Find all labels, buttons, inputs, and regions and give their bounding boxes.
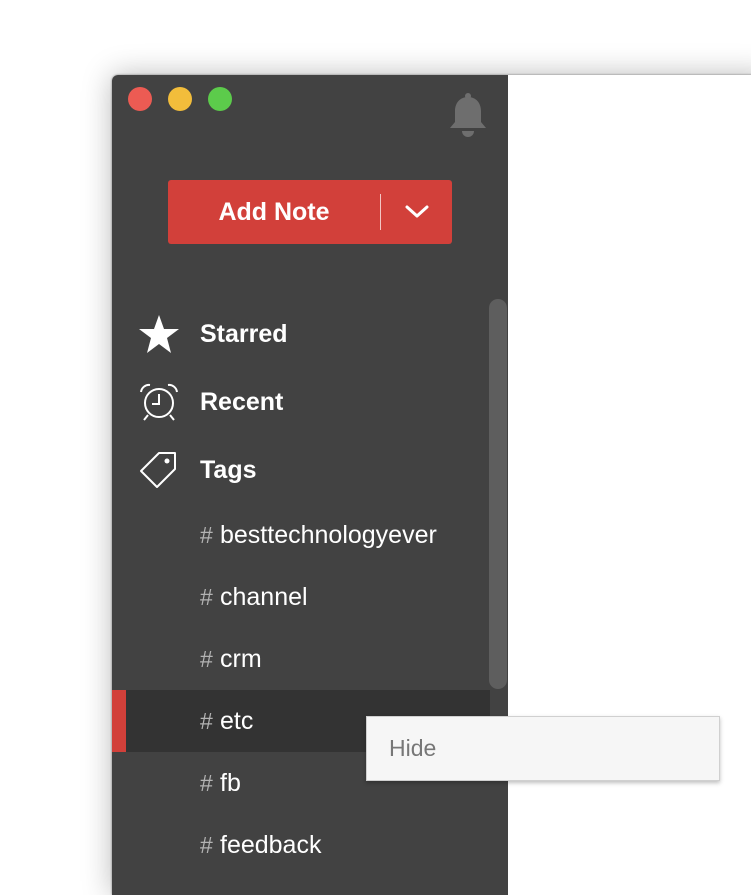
sidebar-scrollbar[interactable] [489,299,507,689]
tag-icon [138,450,180,490]
tag-hash: # [200,770,213,796]
tag-item-feedback[interactable]: # feedback [112,814,490,876]
tag-item-crm[interactable]: # crm [112,628,490,690]
minimize-window-button[interactable] [168,87,192,111]
sidebar-item-tags[interactable]: Tags [112,436,490,504]
tag-item-channel[interactable]: # channel [112,566,490,628]
tag-hash: # [200,646,213,672]
tag-label: etc [220,707,254,735]
selected-indicator [112,690,126,752]
tag-label: feedback [220,831,322,859]
sidebar-item-recent[interactable]: Recent [112,368,490,436]
tag-label: crm [220,645,262,673]
tag-label: fb [220,769,241,797]
tag-label: channel [220,583,308,611]
add-note-split-button: Add Note [168,180,452,244]
tag-hash: # [200,522,213,548]
star-icon [138,314,180,354]
alarm-clock-icon [138,382,180,422]
sidebar-item-label: Recent [200,388,284,416]
sidebar-item-label: Starred [200,320,288,348]
tag-hash: # [200,584,213,610]
hide-menu-item[interactable]: Hide [389,717,436,780]
chevron-down-icon [405,205,428,218]
close-window-button[interactable] [128,87,152,111]
tag-item-besttechnologyever[interactable]: # besttechnologyever [112,504,490,566]
tag-hash: # [200,832,213,858]
sidebar-item-label: Tags [200,456,257,484]
zoom-window-button[interactable] [208,87,232,111]
tag-label: besttechnologyever [220,521,437,549]
bell-icon[interactable] [446,93,490,139]
sidebar-item-starred[interactable]: Starred [112,300,490,368]
add-note-dropdown-button[interactable] [381,180,452,244]
tag-hash: # [200,708,213,734]
context-menu: Hide [366,716,720,781]
add-note-button[interactable]: Add Note [168,180,380,244]
